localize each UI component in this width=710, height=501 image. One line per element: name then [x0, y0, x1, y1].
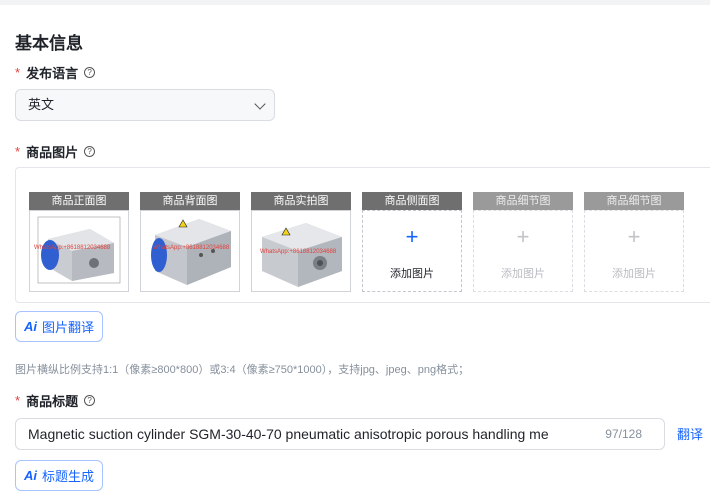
image-slot-side[interactable]: 商品侧面图 + 添加图片 [362, 192, 462, 292]
ai-icon: Ai [24, 319, 37, 334]
image-slot-caption: 商品细节图 [473, 192, 573, 210]
language-select-value: 英文 [28, 97, 55, 112]
required-mark: * [15, 65, 21, 80]
watermark-text: WhatsApp:+8618812034688 [153, 245, 230, 251]
add-image-label: 添加图片 [612, 268, 656, 280]
image-slot-caption: 商品背面图 [140, 192, 240, 210]
product-image-real[interactable]: WhatsApp:+8618812034688 [251, 210, 351, 292]
required-mark: * [15, 144, 21, 159]
language-select[interactable]: 英文 [15, 89, 275, 121]
add-image-button[interactable]: + 添加图片 [362, 210, 462, 292]
images-label: * 商品图片 ? [15, 142, 96, 161]
images-label-text: 商品图片 [26, 145, 79, 160]
add-image-label: 添加图片 [501, 268, 545, 280]
title-generate-button[interactable]: Ai 标题生成 [15, 460, 104, 491]
image-slot-real[interactable]: 商品实拍图 WhatsApp:+8618812034688 [251, 192, 351, 292]
character-count: 97/128 [601, 419, 642, 449]
image-slot-caption: 商品实拍图 [251, 192, 351, 210]
ai-icon: Ai [24, 468, 37, 483]
required-mark: * [15, 393, 21, 408]
help-icon[interactable]: ? [84, 146, 96, 157]
translate-link[interactable]: 翻译 [677, 424, 703, 443]
image-slot-caption: 商品细节图 [584, 192, 684, 210]
add-image-label: 添加图片 [390, 268, 434, 280]
product-image-front[interactable]: WhatsApp:+8618812034688 [29, 210, 129, 292]
product-photo: WhatsApp:+8618812034688 [30, 211, 128, 291]
image-slot-detail: 商品细节图 + 添加图片 [584, 192, 684, 292]
product-photo: WhatsApp:+8618812034688 [252, 211, 350, 291]
product-image-back[interactable]: WhatsApp:+8618812034688 [140, 210, 240, 292]
help-icon[interactable]: ? [84, 395, 96, 406]
image-slot-detail: 商品细节图 + 添加图片 [473, 192, 573, 292]
watermark-text: WhatsApp:+8618812034688 [34, 245, 111, 251]
help-icon[interactable]: ? [84, 67, 96, 78]
image-slot-back[interactable]: 商品背面图 WhatsApp:+8618812034688 [140, 192, 240, 292]
product-title-value: Magnetic suction cylinder SGM-30-40-70 p… [28, 426, 549, 442]
plus-icon: + [405, 224, 419, 249]
image-slot-caption: 商品正面图 [29, 192, 129, 210]
plus-icon: + [516, 224, 530, 249]
plus-icon: + [627, 224, 641, 249]
product-title-label-text: 商品标题 [26, 394, 79, 409]
language-label-text: 发布语言 [26, 66, 79, 81]
product-title-input[interactable]: Magnetic suction cylinder SGM-30-40-70 p… [15, 418, 665, 450]
chevron-down-icon [254, 98, 266, 110]
image-translate-button[interactable]: Ai 图片翻译 [15, 311, 104, 342]
image-translate-label: 图片翻译 [42, 320, 95, 335]
basic-info-card: 基本信息 * 发布语言 ? 英文 * 商品图片 ? 商品正面图 WhatsApp… [0, 5, 710, 501]
add-image-button-disabled: + 添加图片 [473, 210, 573, 292]
language-label: * 发布语言 ? [15, 63, 96, 82]
section-title: 基本信息 [15, 34, 83, 53]
title-generate-label: 标题生成 [42, 469, 95, 484]
product-title-label: * 商品标题 ? [15, 391, 96, 410]
image-format-hint: 图片横纵比例支持1:1（像素≥800*800）或3:4（像素≥750*1000）… [15, 364, 470, 376]
image-slot-front[interactable]: 商品正面图 WhatsApp:+8618812034688 [29, 192, 129, 292]
add-image-button-disabled: + 添加图片 [584, 210, 684, 292]
image-slot-caption: 商品侧面图 [362, 192, 462, 210]
image-upload-area: 商品正面图 WhatsApp:+8618812034688 商品背面图 What… [15, 167, 710, 303]
product-photo: WhatsApp:+8618812034688 [141, 211, 239, 291]
watermark-text: WhatsApp:+8618812034688 [260, 249, 337, 255]
